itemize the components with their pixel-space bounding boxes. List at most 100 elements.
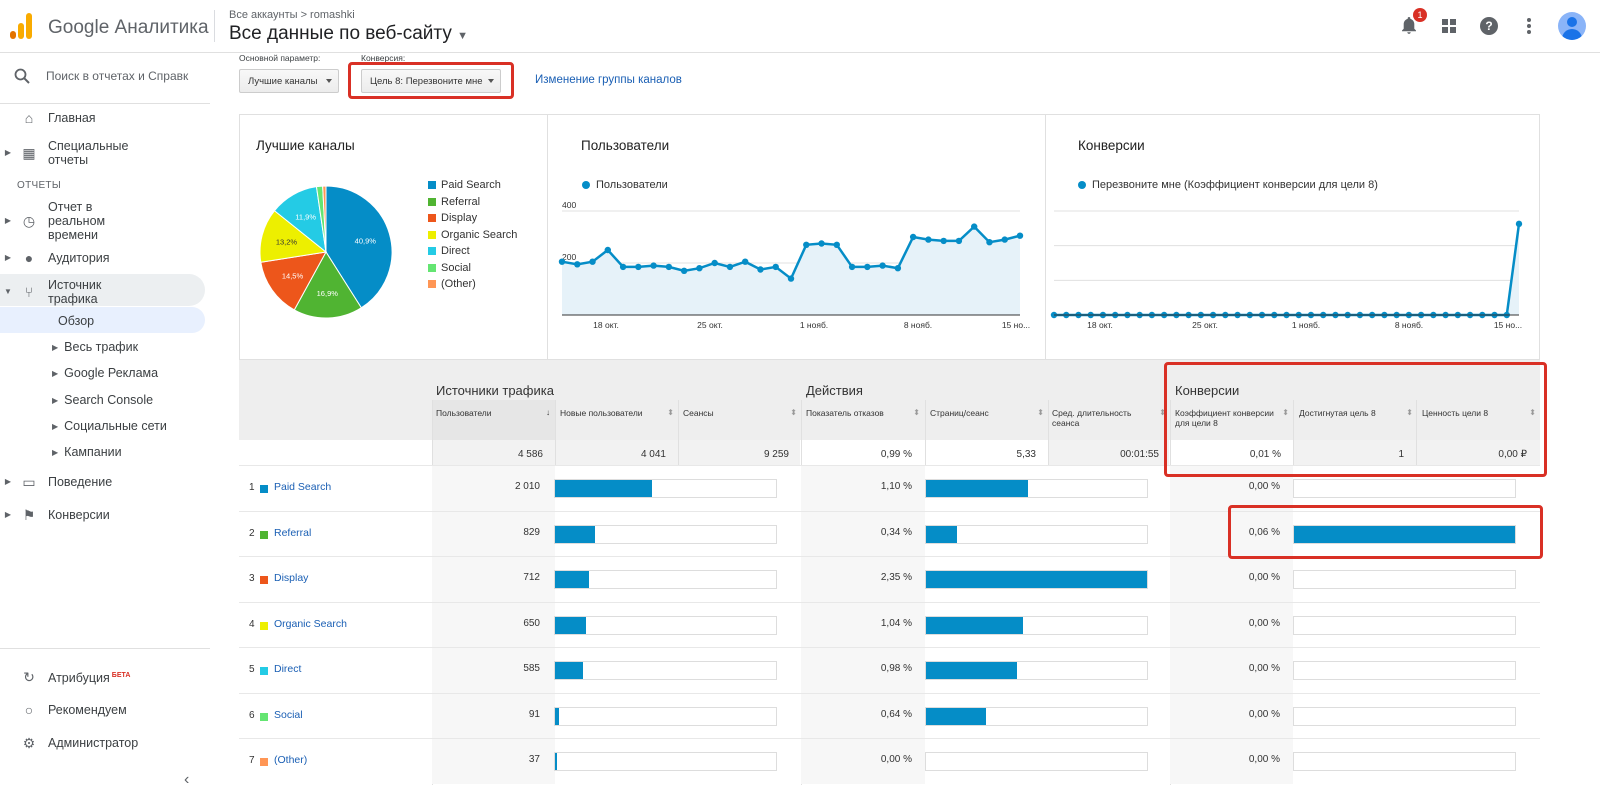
- pie-legend-item[interactable]: Paid Search: [428, 177, 517, 194]
- data-point[interactable]: [757, 266, 764, 273]
- table-row[interactable]: 6 Social 91 0,64 % 0,00 %: [239, 692, 1540, 739]
- data-point[interactable]: [680, 267, 688, 274]
- col-avg-duration[interactable]: Сред. длительность сеанса ⬍: [1052, 408, 1168, 428]
- data-point[interactable]: [665, 263, 673, 271]
- nav-google-ads[interactable]: ▶ Google Реклама: [52, 366, 158, 380]
- table-row[interactable]: 5 Direct 585 0,98 % 0,00 %: [239, 647, 1540, 693]
- nav-overview[interactable]: Обзор: [58, 314, 94, 328]
- data-point[interactable]: [558, 258, 566, 265]
- data-point[interactable]: [742, 258, 749, 265]
- chevron-right-icon: ▶: [4, 510, 12, 519]
- data-point[interactable]: [879, 262, 886, 269]
- data-point[interactable]: [696, 265, 703, 272]
- table-row[interactable]: 7 (Other) 37 0,00 % 0,00 %: [239, 738, 1540, 784]
- col-new-users[interactable]: Новые пользователи ⬍: [560, 408, 676, 418]
- data-point[interactable]: [787, 275, 795, 282]
- data-point[interactable]: [1001, 236, 1008, 243]
- data-point[interactable]: [1016, 232, 1024, 239]
- data-point[interactable]: [940, 237, 947, 245]
- data-point[interactable]: [986, 239, 993, 246]
- notifications-bell-icon[interactable]: 1: [1398, 8, 1427, 37]
- help-icon[interactable]: ?: [1478, 15, 1500, 37]
- data-point[interactable]: [726, 263, 734, 271]
- col-pages-per-session[interactable]: Страниц/сеанс ⬍: [930, 408, 1046, 418]
- nav-home[interactable]: ⌂ Главная: [0, 111, 205, 125]
- channel-link[interactable]: Social: [274, 709, 303, 721]
- channel-link[interactable]: Paid Search: [274, 481, 331, 493]
- more-vert-icon[interactable]: [1518, 15, 1540, 37]
- collapse-sidebar-icon[interactable]: ‹: [184, 771, 189, 789]
- data-point[interactable]: [894, 265, 902, 272]
- pages-share-fill: [926, 571, 1147, 588]
- data-point[interactable]: [925, 236, 932, 243]
- nav-admin[interactable]: ⚙ Администратор: [0, 736, 205, 750]
- pie-slice-label: 14,5%: [282, 272, 304, 281]
- pie-legend-item[interactable]: Organic Search: [428, 227, 517, 244]
- data-point[interactable]: [803, 241, 810, 248]
- data-point[interactable]: [574, 261, 581, 268]
- nav-social[interactable]: ▶ Социальные сети: [52, 419, 167, 433]
- sidebar-search[interactable]: Поиск в отчетах и Справк: [14, 68, 188, 84]
- data-point[interactable]: [864, 263, 871, 271]
- channel-link[interactable]: Organic Search: [274, 618, 347, 630]
- nav-campaigns[interactable]: ▶ Кампании: [52, 445, 122, 459]
- pie-legend-item[interactable]: Display: [428, 210, 517, 227]
- nav-sub-active-highlight: [0, 307, 205, 333]
- data-point[interactable]: [955, 237, 963, 245]
- charts-panel: Лучшие каналы 40,9% 16,9% 14,5% 13,2% 11,9% …: [239, 114, 1540, 360]
- nav-discover[interactable]: ○ Рекомендуем: [0, 703, 205, 717]
- channel-link[interactable]: Display: [274, 572, 308, 584]
- channel-link[interactable]: (Other): [274, 754, 307, 766]
- data-point[interactable]: [589, 258, 596, 265]
- user-avatar[interactable]: [1558, 12, 1586, 40]
- nav-all-traffic[interactable]: ▶ Весь трафик: [52, 340, 138, 354]
- nav-attribution[interactable]: ↻ Атрибуция БЕТА: [0, 669, 205, 685]
- channel-link[interactable]: Direct: [274, 663, 301, 675]
- data-point[interactable]: [772, 263, 779, 271]
- nav-realtime[interactable]: ▶ ◷ Отчет в реальном времени: [0, 200, 205, 242]
- data-point[interactable]: [604, 246, 611, 254]
- col-sessions[interactable]: Сеансы ⬍: [683, 408, 799, 418]
- legend-swatch: [428, 181, 436, 190]
- table-row[interactable]: 3 Display 712 2,35 % 0,00 %: [239, 556, 1540, 602]
- users-share-bar: [554, 752, 777, 771]
- channel-link[interactable]: Referral: [274, 527, 311, 539]
- analytics-logo[interactable]: [10, 13, 32, 39]
- nav-conversions[interactable]: ▶ ⚑ Конверсии: [0, 508, 205, 522]
- data-point[interactable]: [711, 259, 718, 267]
- view-selector[interactable]: Все данные по веб-сайту ▼: [229, 23, 468, 45]
- table-row[interactable]: 4 Organic Search 650 1,04 % 0,00 %: [239, 601, 1540, 648]
- person-icon: ●: [24, 250, 34, 266]
- change-channel-group-link[interactable]: Изменение группы каналов: [535, 74, 682, 86]
- col-bounce-rate[interactable]: Показатель отказов ⬍: [806, 408, 922, 418]
- pie-legend-item[interactable]: Direct: [428, 243, 517, 260]
- nav-audience[interactable]: ▶ ● Аудитория: [0, 251, 205, 265]
- account-breadcrumb[interactable]: Все аккаунты > romashki: [229, 9, 355, 21]
- data-point[interactable]: [848, 263, 856, 271]
- nav-custom-reports[interactable]: ▶ ▦ Специальные отчеты: [0, 139, 205, 167]
- data-point[interactable]: [619, 263, 627, 271]
- conversions-line-chart[interactable]: 0,30 %0,20 %0,10 %18 окт.25 окт.1 нояб.8…: [1050, 199, 1535, 339]
- pie-legend-item[interactable]: Social: [428, 260, 517, 277]
- search-placeholder: Поиск в отчетах и Справк: [46, 69, 189, 83]
- nav-behavior[interactable]: ▶ ▭ Поведение: [0, 475, 205, 489]
- pie-chart[interactable]: 40,9% 16,9% 14,5% 13,2% 11,9%: [251, 177, 401, 327]
- cell-users: 650: [523, 617, 540, 629]
- beta-badge: БЕТА: [111, 672, 131, 679]
- nav-acquisition[interactable]: ▼ ⑂ Источник трафика: [0, 278, 205, 306]
- apps-grid-icon[interactable]: [1438, 15, 1460, 37]
- data-point[interactable]: [818, 240, 825, 247]
- nav-search-console[interactable]: ▶ Search Console: [52, 393, 153, 407]
- users-line-chart[interactable]: 40020018 окт. 25 окт. 1 нояб. 8 нояб. 15 но.…: [556, 199, 1036, 339]
- col-users[interactable]: Пользователи ↓: [436, 408, 552, 418]
- data-point[interactable]: [971, 223, 978, 230]
- data-point[interactable]: [833, 241, 840, 248]
- pie-legend-item[interactable]: Referral: [428, 194, 517, 211]
- data-point[interactable]: [635, 263, 642, 271]
- data-point[interactable]: [1515, 220, 1523, 228]
- data-point[interactable]: [650, 262, 657, 269]
- primary-dimension-select[interactable]: Лучшие каналы: [239, 69, 339, 93]
- pie-legend-item[interactable]: (Other): [428, 276, 517, 293]
- data-point[interactable]: [909, 233, 917, 241]
- pages-share-fill: [926, 707, 986, 725]
